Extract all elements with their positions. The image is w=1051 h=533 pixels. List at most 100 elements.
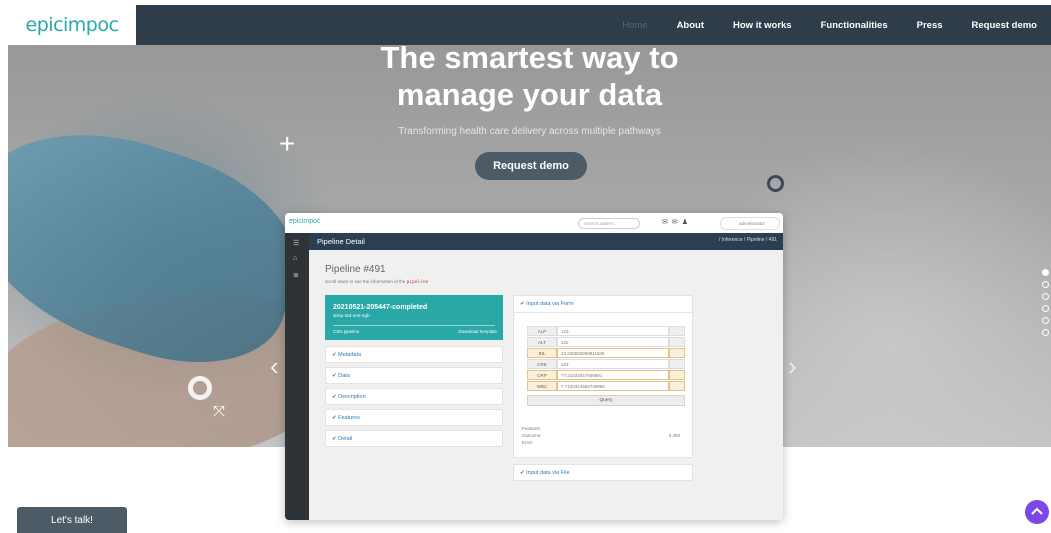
field-addon <box>669 348 685 358</box>
divider <box>514 312 694 313</box>
carousel-next-button[interactable]: › <box>788 351 797 382</box>
carousel-dot[interactable] <box>1042 293 1049 300</box>
app-screenshot: epicimpoc Search pattern... ✉✉♟ administ… <box>285 213 783 520</box>
field-label: ALP <box>527 326 557 336</box>
carousel-dot[interactable] <box>1042 329 1049 336</box>
outcome-value: 0.493 <box>668 433 680 438</box>
chevron-up-icon <box>1031 507 1043 515</box>
landing-page: epicimpoc Home About How it works Functi… <box>0 0 1051 533</box>
carousel-dot[interactable] <box>1042 281 1049 288</box>
pipeline-subtitle-text: Scroll down to see the information of th… <box>325 279 406 284</box>
home-icon: ⌂ <box>293 255 298 262</box>
carousel-dots <box>1042 269 1049 336</box>
carousel-dot[interactable] <box>1042 305 1049 312</box>
pipeline-subtitle: Scroll down to see the information of th… <box>325 279 428 285</box>
nav-about[interactable]: About <box>677 20 704 31</box>
field-label: CRP <box>527 370 557 380</box>
field-row-bil: BIL 12.235692868811505 <box>527 348 687 358</box>
ring-decoration-small <box>767 175 784 192</box>
field-input: 123 <box>557 359 669 369</box>
app-breadcrumb: / Inference / Pipeline / 491 <box>718 237 777 243</box>
pipeline-card-subtitle: simp-std-smt-sgb <box>333 314 370 319</box>
accordion-description: ✔ Description <box>325 388 503 405</box>
field-addon <box>669 359 685 369</box>
field-addon <box>669 381 685 391</box>
app-search-input: Search pattern... <box>578 218 640 229</box>
form-panel: ✔ Input data via Form ALP 123 ALT 122 BI… <box>513 295 694 458</box>
form-panel-header: ✔ Input data via Form <box>520 301 574 307</box>
accordion-label: Detail <box>338 436 353 442</box>
field-addon <box>669 337 685 347</box>
app-title-bar: Pipeline Detail / Inference / Pipeline /… <box>309 233 783 250</box>
pipeline-code: pipeline <box>406 280 429 285</box>
query-button: Query <box>527 395 685 406</box>
field-input: 77.21022547908891 <box>557 370 669 380</box>
main-nav: Home About How it works Functionalities … <box>622 5 1037 45</box>
field-row-alt: ALT 122 <box>527 337 687 347</box>
notification-icons: ✉✉♟ <box>662 219 693 226</box>
plus-icon: + <box>279 128 296 159</box>
hero-title: The smartest way to manage your data <box>8 45 1051 113</box>
field-row-cre: CRE 123 <box>527 359 687 369</box>
app-user-menu: administrator <box>720 217 780 230</box>
form-panel-title: Input data via Form <box>526 301 574 307</box>
nav-request-demo[interactable]: Request demo <box>972 20 1037 31</box>
error-label: Error: <box>522 440 534 445</box>
app-bar-title: Pipeline Detail <box>317 237 365 246</box>
pipeline-title: Pipeline #491 <box>325 264 386 275</box>
accordion-label: Data <box>338 373 350 379</box>
outcome-label: Outcome: <box>522 433 542 438</box>
field-addon <box>669 326 685 336</box>
file-panel-title: Input data via File <box>526 470 570 476</box>
accordion-features: ✔ Features <box>325 409 503 426</box>
logo-text: epicimpoc <box>25 14 119 36</box>
field-label: WBC <box>527 381 557 391</box>
file-panel: ✔ Input data via File <box>513 464 693 481</box>
field-input: 123 <box>557 326 669 336</box>
nav-how-it-works[interactable]: How it works <box>733 20 792 31</box>
request-demo-button[interactable]: Request demo <box>475 152 587 180</box>
accordion-data: ✔ Data <box>325 367 503 384</box>
accordion-label: Metadata <box>338 352 362 358</box>
hero-title-line1: The smartest way to <box>380 45 679 75</box>
scroll-to-top-button[interactable] <box>1025 500 1049 524</box>
accordion-detail: ✔ Detail <box>325 430 503 447</box>
carousel-dot[interactable] <box>1042 317 1049 324</box>
accordion-label: Description <box>338 394 366 400</box>
field-input: 7.7120314684739966 <box>557 381 669 391</box>
pipeline-card-left: CSN pipeline <box>333 329 360 334</box>
list-icon: ≣ <box>293 272 299 279</box>
nav-functionalities[interactable]: Functionalities <box>821 20 888 31</box>
app-logo: epicimpoc <box>289 218 321 225</box>
app-main: Pipeline #491 Scroll down to see the inf… <box>309 250 783 520</box>
field-addon <box>669 370 685 380</box>
carousel-dot[interactable] <box>1042 269 1049 276</box>
app-topbar: epicimpoc Search pattern... ✉✉♟ administ… <box>285 213 783 233</box>
features-label: Features: <box>522 426 542 431</box>
field-row-wbc: WBC 7.7120314684739966 <box>527 381 687 391</box>
nav-press[interactable]: Press <box>917 20 943 31</box>
field-row-crp: CRP 77.21022547908891 <box>527 370 687 380</box>
ring-decoration-large <box>188 376 212 400</box>
field-input: 12.235692868811505 <box>557 348 669 358</box>
accordion-label: Features <box>338 415 360 421</box>
accordion-metadata: ✔ Metadata <box>325 346 503 363</box>
pipeline-card-divider <box>333 325 495 326</box>
pipeline-card-title: 20210521-205447-completed <box>333 304 428 311</box>
field-label: CRE <box>527 359 557 369</box>
cross-arrows-icon: ⤧ <box>213 403 226 420</box>
carousel-prev-button[interactable]: ‹ <box>270 351 279 382</box>
pipeline-card: 20210521-205447-completed simp-std-smt-s… <box>325 295 503 340</box>
field-label: BIL <box>527 348 557 358</box>
logo[interactable]: epicimpoc <box>8 5 136 45</box>
nav-home[interactable]: Home <box>622 20 647 31</box>
download-template-link: Download template <box>458 329 497 334</box>
hero-subtitle: Transforming health care delivery across… <box>398 126 661 137</box>
field-row-alp: ALP 123 <box>527 326 687 336</box>
hero-title-line2: manage your data <box>396 77 663 112</box>
lets-talk-button[interactable]: Let's talk! <box>17 507 127 533</box>
app-sidebar: ☰ ⌂ ≣ <box>285 233 309 520</box>
menu-icon: ☰ <box>293 240 300 247</box>
field-label: ALT <box>527 337 557 347</box>
field-input: 122 <box>557 337 669 347</box>
